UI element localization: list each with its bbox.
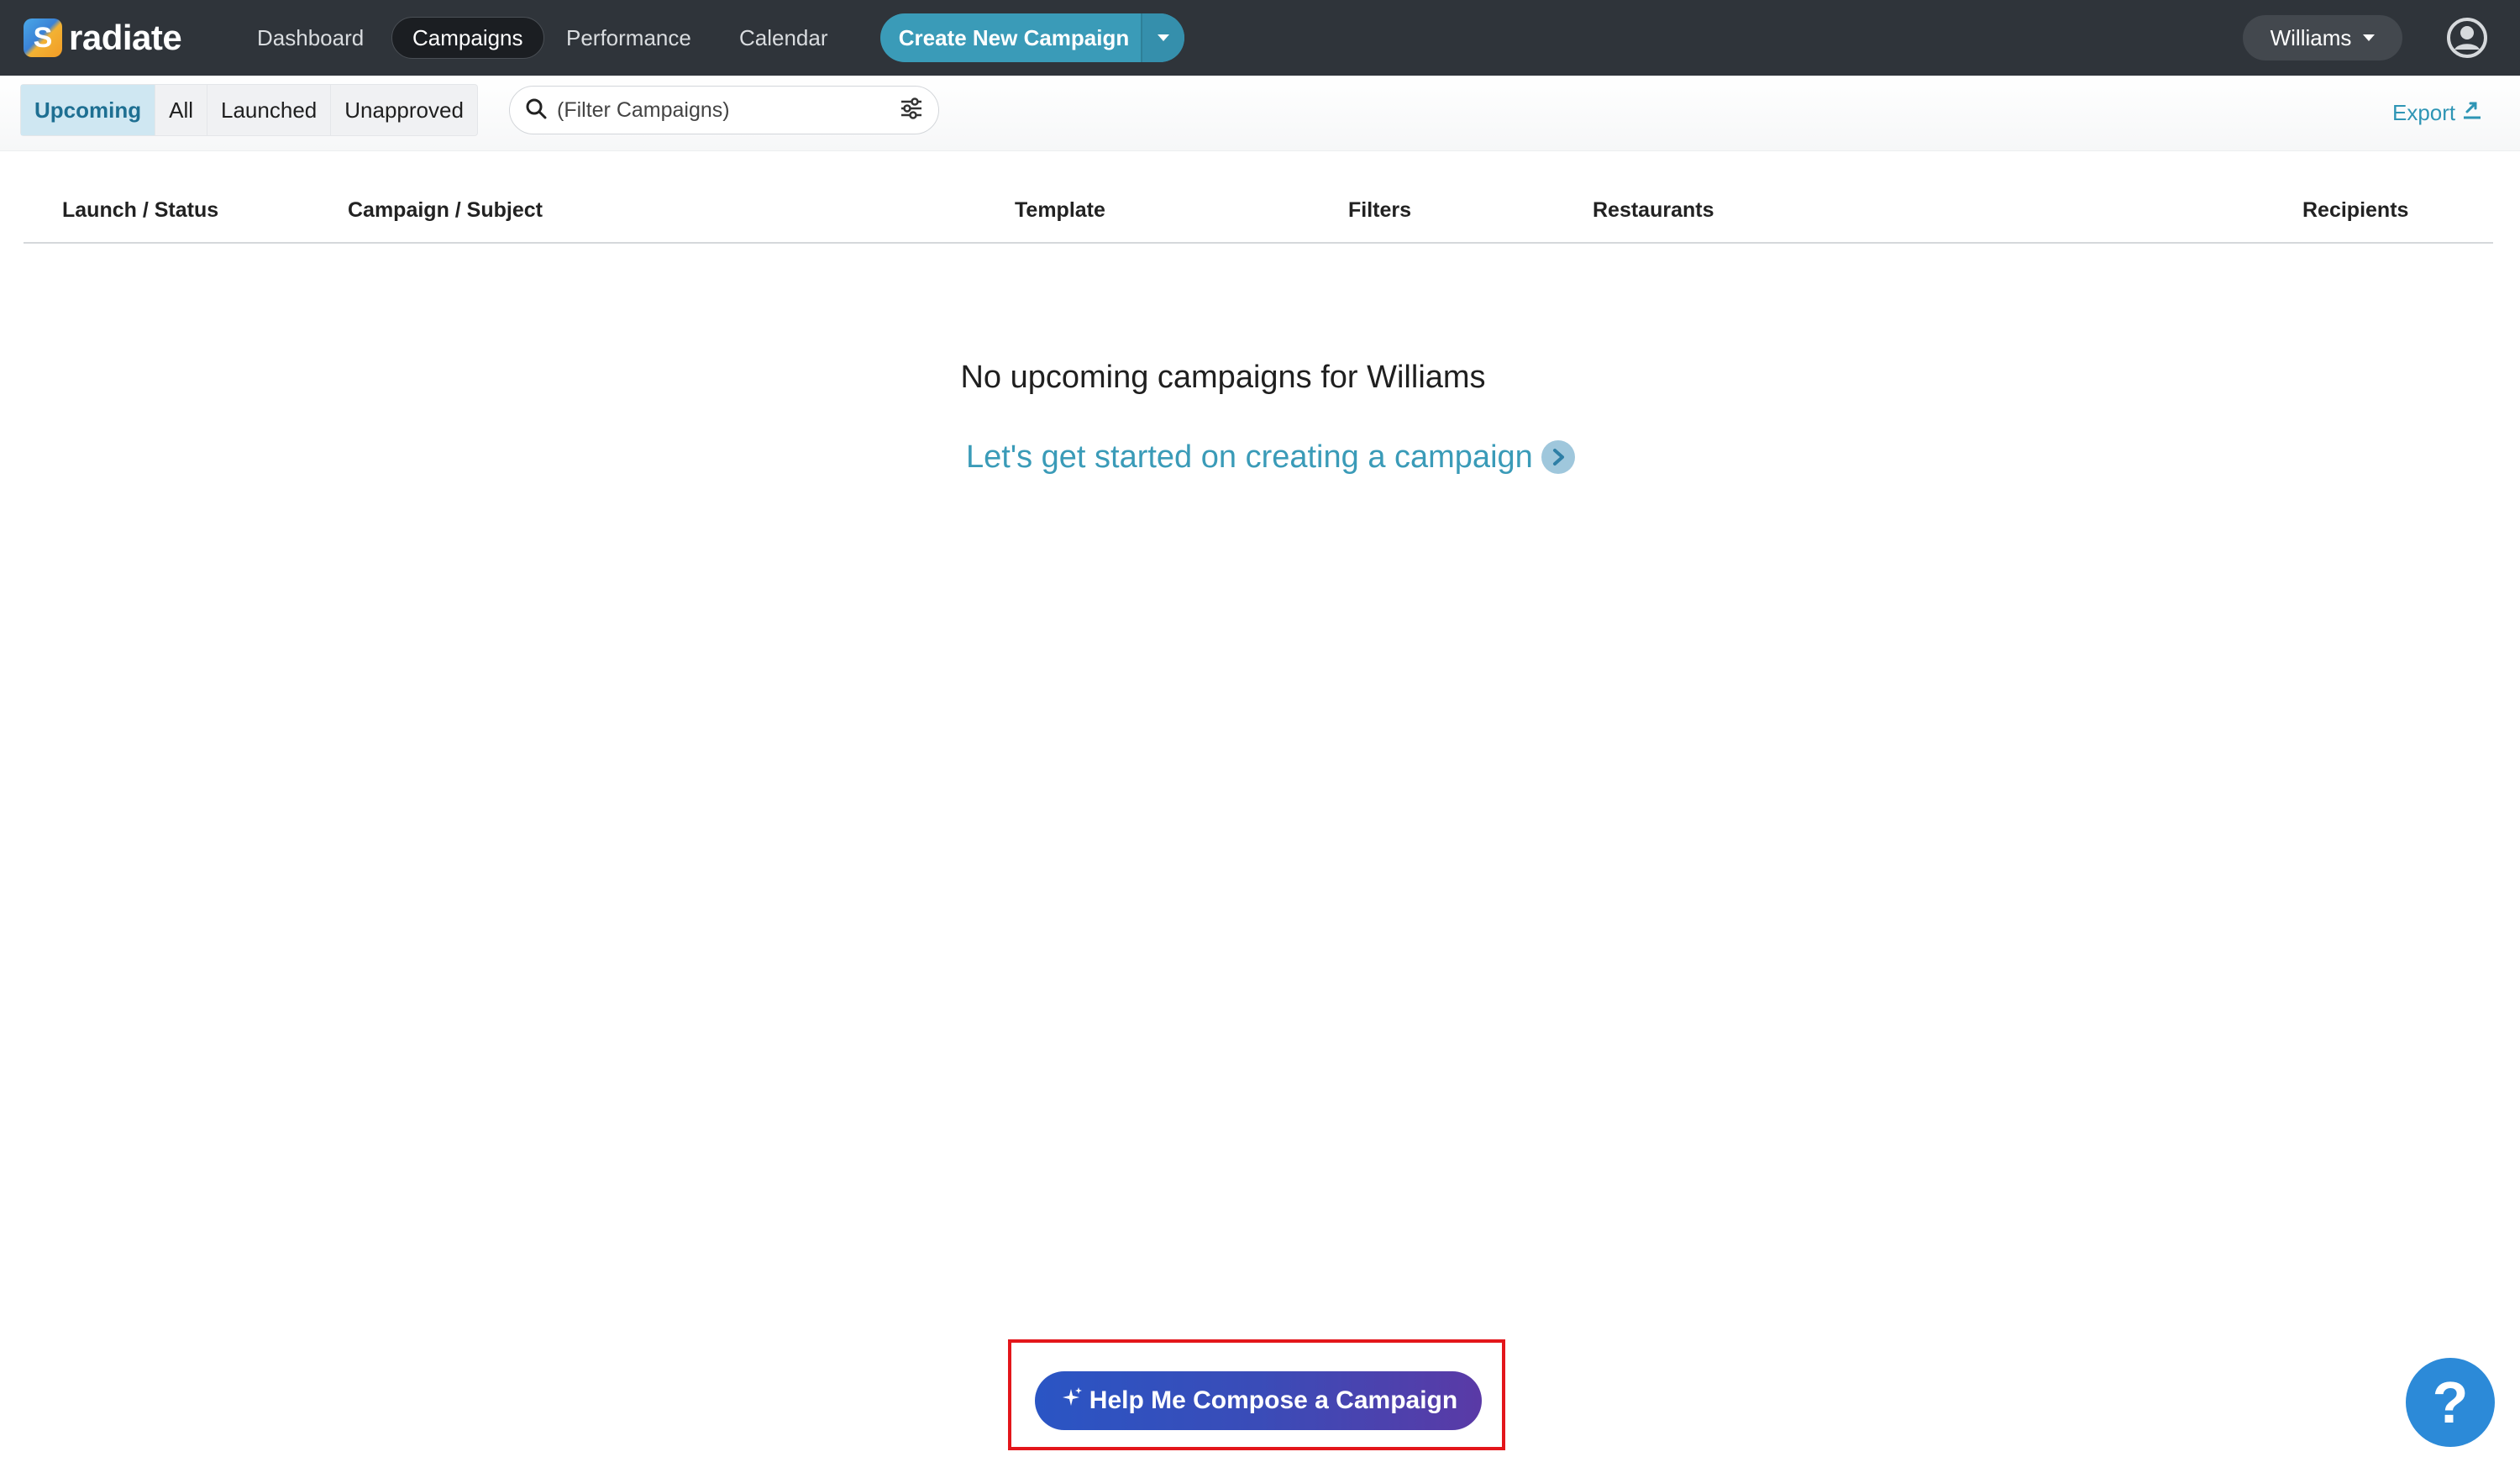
- create-campaign-cta-link[interactable]: Let's get started on creating a campaign: [966, 435, 1575, 479]
- tab-upcoming[interactable]: Upcoming: [21, 85, 156, 135]
- account-dropdown[interactable]: Williams: [2243, 15, 2402, 60]
- caret-down-icon: [1158, 34, 1169, 41]
- search-icon: [525, 97, 547, 124]
- campaign-filter-tabs: Upcoming All Launched Unapproved: [20, 84, 478, 136]
- caret-down-icon: [2363, 34, 2376, 41]
- column-campaign-subject[interactable]: Campaign / Subject: [348, 198, 543, 223]
- window-edge: [2515, 151, 2520, 1457]
- account-name: Williams: [2270, 24, 2352, 50]
- campaigns-table-header: Launch / Status Campaign / Subject Templ…: [24, 187, 2493, 244]
- column-filters[interactable]: Filters: [1348, 198, 1411, 223]
- export-icon: [2462, 100, 2482, 126]
- create-new-campaign-label: Create New Campaign: [898, 24, 1130, 50]
- create-campaign-cta-label: Let's get started on creating a campaign: [966, 439, 1533, 475]
- campaign-toolbar: Upcoming All Launched Unapproved Export: [0, 76, 2520, 151]
- column-restaurants[interactable]: Restaurants: [1593, 198, 1714, 223]
- campaign-search-box: [509, 86, 939, 134]
- create-new-campaign-button[interactable]: Create New Campaign: [880, 13, 1184, 62]
- nav-campaigns[interactable]: Campaigns: [391, 17, 544, 59]
- empty-state-message: No upcoming campaigns for Williams: [960, 360, 1486, 395]
- top-navbar: S radiate Dashboard Campaigns Performanc…: [0, 0, 2520, 76]
- nav-calendar[interactable]: Calendar: [739, 17, 828, 59]
- tab-launched[interactable]: Launched: [207, 85, 332, 135]
- brand-logo[interactable]: S radiate: [24, 17, 182, 59]
- chevron-right-circle-icon: [1541, 440, 1575, 474]
- nav-dashboard[interactable]: Dashboard: [257, 17, 364, 59]
- question-icon: ?: [2432, 1370, 2469, 1435]
- tab-all[interactable]: All: [155, 85, 208, 135]
- nav-performance[interactable]: Performance: [566, 17, 691, 59]
- create-campaign-dropdown-toggle[interactable]: [1141, 13, 1184, 62]
- radiate-logo-icon: S: [24, 18, 62, 57]
- campaign-filter-input[interactable]: [555, 97, 900, 124]
- help-button[interactable]: ?: [2406, 1358, 2495, 1447]
- sliders-icon[interactable]: [900, 97, 923, 124]
- export-label: Export: [2392, 99, 2456, 125]
- column-template[interactable]: Template: [1015, 198, 1105, 223]
- user-avatar-icon[interactable]: [2446, 17, 2488, 59]
- column-recipients[interactable]: Recipients: [2302, 198, 2408, 223]
- help-me-compose-label: Help Me Compose a Campaign: [1089, 1386, 1458, 1414]
- sparkle-icon: [1059, 1386, 1083, 1416]
- column-launch-status[interactable]: Launch / Status: [62, 198, 218, 223]
- brand-name: radiate: [69, 18, 182, 57]
- tab-unapproved[interactable]: Unapproved: [331, 85, 477, 135]
- help-me-compose-button[interactable]: Help Me Compose a Campaign: [1035, 1371, 1482, 1430]
- export-link[interactable]: Export: [2392, 97, 2482, 128]
